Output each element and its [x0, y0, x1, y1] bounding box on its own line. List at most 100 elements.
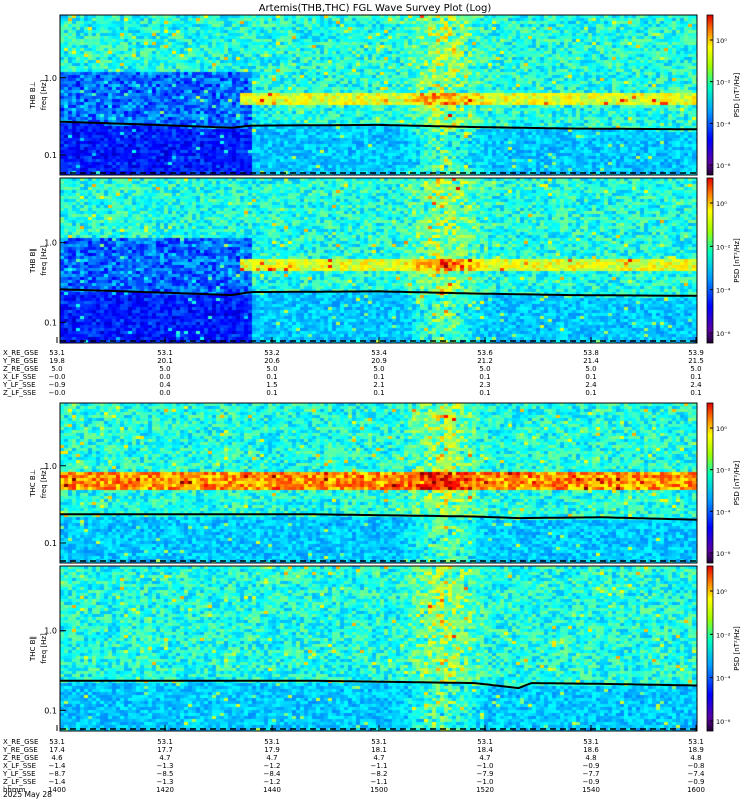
- ephemeris-value: 0.1: [690, 389, 701, 397]
- ephemeris-table-1: X_RE_GSE 53.1 53.1 53.1 53.1 53.1 53.1 53.1 Y_RE…: [2, 725, 705, 794]
- ephemeris-value: −1.3: [157, 762, 174, 770]
- ephemeris-value: 4.7: [479, 754, 490, 762]
- panel-ylabel: THC B⊥: [29, 469, 37, 498]
- ephemeris-value: 5.0: [479, 365, 490, 373]
- ephemeris-row-label: Z_LF_SSE: [3, 389, 36, 397]
- ephemeris-value: 2.1: [373, 381, 384, 389]
- spectrogram-3: [60, 566, 697, 731]
- colorbar-tick-label: 10⁰: [716, 425, 727, 433]
- ephemeris-value: 19.8: [49, 357, 65, 365]
- panel-3: 1.00.1THC B∥ freq [Hz]10⁰10⁻²10⁻⁴10⁻⁶PSD …: [29, 565, 741, 732]
- ephemeris-value: 2.4: [585, 381, 597, 389]
- ytick-label: 0.1: [44, 151, 57, 160]
- ephemeris-value: 2.4: [690, 381, 702, 389]
- ephemeris-value: 0.1: [373, 373, 384, 381]
- ephemeris-value: 21.4: [583, 357, 599, 365]
- ephemeris-value: 53.6: [477, 349, 493, 357]
- ephemeris-value: 20.6: [264, 357, 280, 365]
- panel-freq-label: freq [Hz]: [40, 633, 48, 664]
- ephemeris-value: 0.1: [585, 373, 596, 381]
- colorbar-tick-label: 10⁻⁴: [716, 120, 731, 128]
- ephemeris-value: 17.9: [264, 746, 280, 754]
- colorbar-tick-label: 10⁻²: [716, 631, 731, 639]
- date-label: 2025 May 28: [3, 790, 52, 799]
- ephemeris-value: 17.7: [157, 746, 173, 754]
- colorbar-tick-label: 10⁻²: [716, 79, 731, 87]
- panel-2: 1.00.1THC B⊥ freq [Hz]10⁰10⁻²10⁻⁴10⁻⁶PSD …: [29, 402, 741, 564]
- ephemeris-value: 0.1: [373, 389, 384, 397]
- ephemeris-value: 4.6: [51, 754, 63, 762]
- ytick-label: 0.1: [44, 706, 57, 715]
- ephemeris-row-label: Y_RE_GSE: [2, 746, 38, 754]
- ephemeris-value: 21.2: [477, 357, 493, 365]
- ephemeris-value: 5.0: [373, 365, 384, 373]
- ephemeris-value: 4.7: [159, 754, 170, 762]
- ephemeris-value: 53.1: [371, 738, 387, 746]
- ephemeris-value: 53.8: [583, 349, 599, 357]
- colorbar-label: PSD [nT²/Hz]: [733, 460, 741, 505]
- wave-survey-figure: Artemis(THB,THC) FGL Wave Survey Plot (L…: [2, 3, 741, 799]
- ephemeris-value: 0.1: [479, 389, 490, 397]
- colorbar-tick-label: 10⁻⁶: [716, 550, 731, 558]
- ephemeris-value: 53.1: [688, 738, 704, 746]
- ephemeris-value: 53.1: [157, 738, 173, 746]
- panel-ylabel: THB B⊥: [29, 81, 37, 109]
- ephemeris-value: 0.0: [159, 389, 170, 397]
- ephemeris-value: 1540: [582, 786, 600, 794]
- ytick-label: 0.1: [44, 539, 57, 548]
- colorbar-label: PSD [nT²/Hz]: [733, 72, 741, 117]
- colorbar-tick-label: 10⁰: [716, 588, 727, 596]
- ephemeris-value: 20.1: [157, 357, 173, 365]
- ephemeris-value: 5.0: [159, 365, 170, 373]
- ephemeris-value: −0.9: [583, 762, 600, 770]
- ephemeris-row-label: Z_RE_GSE: [3, 365, 38, 373]
- ytick-label: 0.1: [44, 318, 57, 327]
- ephemeris-value: 5.0: [51, 365, 62, 373]
- ephemeris-value: 1440: [263, 786, 281, 794]
- ephemeris-value: −0.9: [49, 381, 66, 389]
- ephemeris-value: 1420: [156, 786, 174, 794]
- ephemeris-row-label: Y_RE_GSE: [2, 357, 38, 365]
- colorbar-label: PSD [nT²/Hz]: [733, 626, 741, 671]
- colorbar-tick-label: 10⁰: [716, 200, 727, 208]
- colorbar-label: PSD [nT²/Hz]: [733, 238, 741, 283]
- panel-freq-label: freq [Hz]: [40, 245, 48, 276]
- ephemeris-value: −1.2: [264, 762, 281, 770]
- ephemeris-value: 4.7: [266, 754, 277, 762]
- ephemeris-value: −1.1: [371, 762, 388, 770]
- ephemeris-value: 53.1: [583, 738, 599, 746]
- ephemeris-value: −8.5: [157, 770, 174, 778]
- colorbar-tick-label: 10⁻²: [716, 243, 731, 251]
- ephemeris-value: 0.0: [159, 373, 170, 381]
- panel-ylabel: THC B∥: [29, 636, 37, 662]
- ephemeris-value: 0.1: [479, 373, 490, 381]
- spectrogram-0: [60, 15, 697, 175]
- ephemeris-value: 1.5: [266, 381, 277, 389]
- ephemeris-table-0: X_RE_GSE 53.1 53.1 53.2 53.4 53.6 53.8 53.9 Y_RE…: [2, 337, 704, 397]
- colorbar-tick-label: 10⁻⁶: [716, 718, 731, 726]
- ephemeris-value: −8.7: [49, 770, 66, 778]
- ephemeris-value: −8.2: [371, 770, 388, 778]
- ephemeris-value: 0.4: [159, 381, 171, 389]
- ephemeris-value: −1.3: [157, 778, 174, 786]
- ephemeris-value: −1.0: [477, 778, 494, 786]
- ephemeris-value: 0.1: [266, 373, 277, 381]
- ephemeris-value: −7.7: [583, 770, 600, 778]
- panels: 1.00.1THB B⊥ freq [Hz]10⁰10⁻²10⁻⁴10⁻⁶PSD …: [29, 14, 741, 732]
- ephemeris-value: 2.3: [479, 381, 490, 389]
- ephemeris-value: 1600: [687, 786, 705, 794]
- colorbar-tick-label: 10⁻²: [716, 467, 731, 475]
- ephemeris-value: −1.1: [371, 778, 388, 786]
- colorbar-tick-label: 10⁻⁴: [716, 675, 731, 683]
- ephemeris-value: −1.4: [49, 762, 67, 770]
- ephemeris-value: 18.6: [583, 746, 599, 754]
- ephemeris-value: 53.1: [477, 738, 493, 746]
- ephemeris-value: 4.8: [690, 754, 701, 762]
- colorbar-tick-label: 10⁰: [716, 37, 727, 45]
- spectrogram-1: [60, 178, 697, 343]
- ephemeris-value: 20.9: [371, 357, 387, 365]
- ephemeris-value: 17.4: [49, 746, 65, 754]
- ephemeris-value: −0.8: [688, 762, 705, 770]
- panel-freq-label: freq [Hz]: [40, 467, 48, 498]
- ephemeris-value: 53.1: [49, 738, 65, 746]
